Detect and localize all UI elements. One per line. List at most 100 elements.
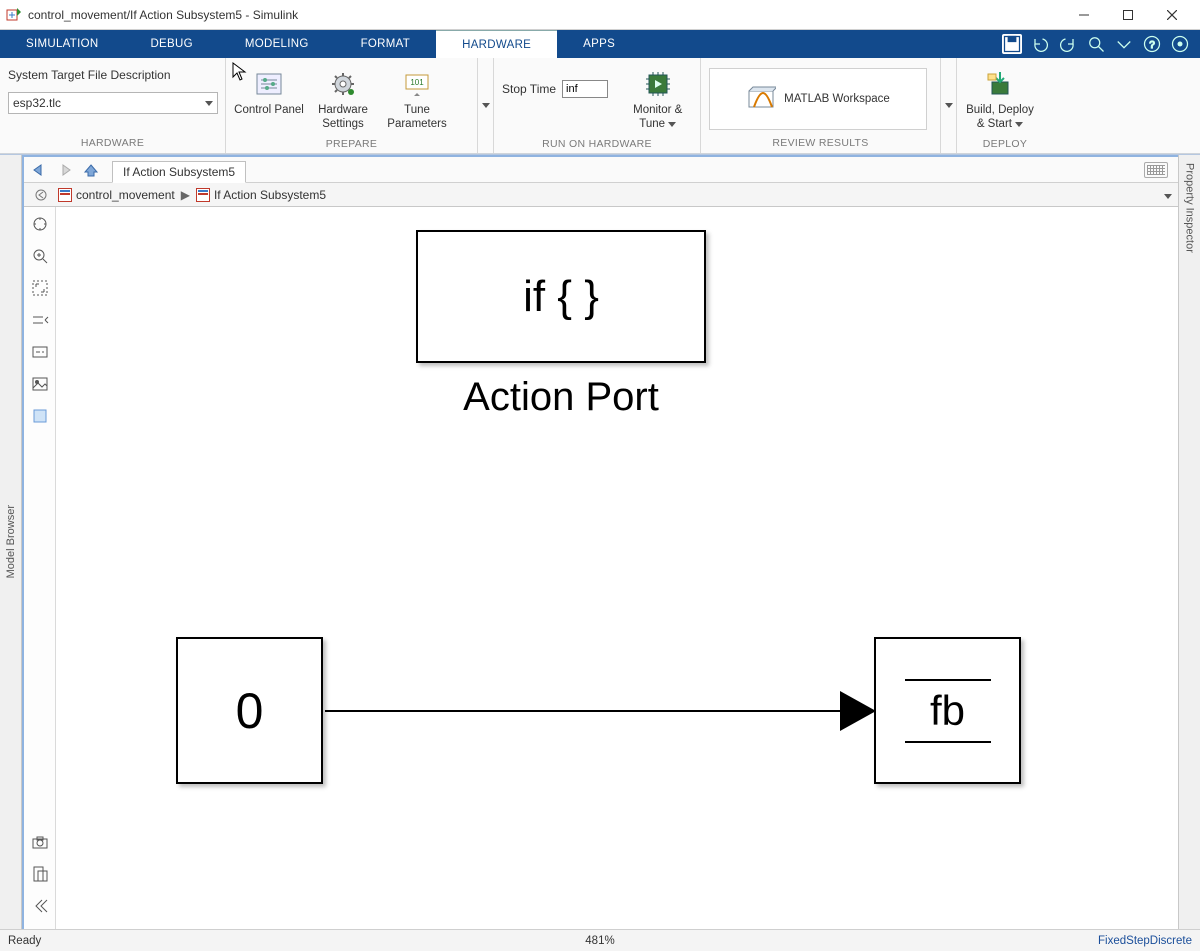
tab-debug[interactable]: DEBUG: [124, 30, 218, 58]
collapse-palette[interactable]: [29, 895, 51, 917]
explorer-toolbar: If Action Subsystem5: [24, 157, 1178, 183]
binary-icon: 101: [401, 68, 433, 100]
maximize-button[interactable]: [1106, 0, 1150, 30]
tab-modeling[interactable]: MODELING: [219, 30, 335, 58]
document-tab[interactable]: If Action Subsystem5: [112, 161, 246, 183]
titlebar: control_movement/If Action Subsystem5 - …: [0, 0, 1200, 30]
hardware-settings-button[interactable]: Hardware Settings: [308, 62, 378, 136]
model-canvas[interactable]: if { } Action Port 0 fb: [56, 207, 1178, 929]
status-ready: Ready: [8, 935, 41, 947]
property-inspector-label: Property Inspector: [1184, 163, 1196, 253]
workspace-icon: [746, 83, 778, 115]
tune-parameters-label: Tune Parameters: [382, 104, 452, 132]
monitor-tune-label: Monitor & Tune: [623, 104, 692, 132]
keyboard-icon[interactable]: [1144, 162, 1168, 178]
tab-simulation[interactable]: SIMULATION: [0, 30, 124, 58]
ribbon: System Target File Description esp32.tlc…: [0, 58, 1200, 154]
svg-text:101: 101: [410, 78, 424, 87]
model-browser-panel[interactable]: Model Browser: [0, 155, 22, 929]
target-file-combo[interactable]: esp32.tlc: [8, 92, 218, 114]
help-button[interactable]: ?: [1142, 34, 1162, 54]
matlab-workspace-button[interactable]: MATLAB Workspace: [709, 68, 927, 130]
simulink-icon: [6, 7, 22, 23]
target-file-label: System Target File Description: [8, 68, 171, 82]
toggle-perspective-tool[interactable]: [29, 309, 51, 331]
gear-icon: [327, 68, 359, 100]
arrowhead-icon: [840, 691, 876, 731]
chevron-down-icon: [205, 101, 213, 106]
chevron-down-icon: [1015, 122, 1023, 127]
fit-view-tool[interactable]: [29, 277, 51, 299]
toolstrip-tabs: SIMULATION DEBUG MODELING FORMAT HARDWAR…: [0, 30, 1200, 58]
chip-play-icon: [642, 68, 674, 100]
undo-button[interactable]: [1030, 34, 1050, 54]
action-port-label: Action Port: [426, 375, 696, 420]
annotation-tool[interactable]: [29, 341, 51, 363]
sliders-icon: [253, 68, 285, 100]
build-deploy-button[interactable]: Build, Deploy & Start: [965, 62, 1035, 136]
group-run-label: RUN ON HARDWARE: [502, 136, 692, 154]
outport-label: fb: [930, 687, 965, 735]
group-prepare-label: PREPARE: [234, 136, 469, 154]
canvas-palette: [24, 207, 56, 929]
monitor-tune-button[interactable]: Monitor & Tune: [623, 62, 692, 136]
hardware-settings-label: Hardware Settings: [308, 104, 378, 132]
action-port-text: if { }: [523, 272, 599, 322]
up-button[interactable]: [80, 160, 102, 180]
model-icon: [58, 188, 72, 202]
breadcrumb-leaf[interactable]: If Action Subsystem5: [196, 188, 326, 202]
search-button[interactable]: [1086, 34, 1106, 54]
constant-value: 0: [236, 682, 264, 740]
back-button[interactable]: [28, 160, 50, 180]
signal-line[interactable]: [325, 710, 874, 712]
tab-hardware[interactable]: HARDWARE: [436, 30, 557, 58]
stop-time-label: Stop Time: [502, 82, 556, 96]
hide-browser-button[interactable]: [30, 185, 52, 205]
chevron-right-icon: ▶: [181, 188, 190, 202]
target-file-value: esp32.tlc: [13, 96, 61, 110]
group-hardware-label: HARDWARE: [8, 135, 217, 153]
statusbar: Ready 481% FixedStepDiscrete: [0, 929, 1200, 951]
group-deploy-label: DEPLOY: [965, 136, 1045, 154]
minimize-button[interactable]: [1062, 0, 1106, 30]
navigate-tool[interactable]: [29, 213, 51, 235]
redo-button[interactable]: [1058, 34, 1078, 54]
forward-button[interactable]: [54, 160, 76, 180]
zoom-tool[interactable]: [29, 245, 51, 267]
breadcrumb-dropdown[interactable]: [1164, 188, 1172, 202]
status-solver[interactable]: FixedStepDiscrete: [1098, 935, 1192, 947]
tab-apps[interactable]: APPS: [557, 30, 641, 58]
outport-block[interactable]: fb: [874, 637, 1021, 784]
model-info-tool[interactable]: [29, 863, 51, 885]
action-port-block[interactable]: if { }: [416, 230, 706, 363]
tune-parameters-button[interactable]: 101 Tune Parameters: [382, 62, 452, 136]
model-browser-label: Model Browser: [5, 505, 17, 578]
area-tool[interactable]: [29, 405, 51, 427]
constant-block[interactable]: 0: [176, 637, 323, 784]
outport-bottom-bar: [905, 741, 991, 743]
build-deploy-label: Build, Deploy & Start: [965, 104, 1035, 132]
window-title: control_movement/If Action Subsystem5 - …: [28, 8, 1062, 22]
breadcrumb: control_movement ▶ If Action Subsystem5: [24, 183, 1178, 207]
property-inspector-panel[interactable]: Property Inspector: [1178, 155, 1200, 929]
status-zoom[interactable]: 481%: [585, 935, 614, 947]
review-gallery-dropdown[interactable]: [941, 58, 957, 153]
image-tool[interactable]: [29, 373, 51, 395]
stop-time-input[interactable]: [562, 80, 608, 98]
close-button[interactable]: [1150, 0, 1194, 30]
svg-text:?: ?: [1149, 40, 1155, 51]
control-panel-label: Control Panel: [234, 104, 304, 118]
subsystem-icon: [196, 188, 210, 202]
control-panel-button[interactable]: Control Panel: [234, 62, 304, 136]
tab-format[interactable]: FORMAT: [335, 30, 437, 58]
save-button[interactable]: [1002, 34, 1022, 54]
breadcrumb-root[interactable]: control_movement: [58, 188, 175, 202]
camera-tool[interactable]: [29, 831, 51, 853]
overflow-button[interactable]: [1114, 34, 1134, 54]
outport-top-bar: [905, 679, 991, 681]
chevron-down-icon: [668, 122, 676, 127]
matlab-workspace-label: MATLAB Workspace: [784, 93, 890, 105]
prepare-gallery-dropdown[interactable]: [478, 58, 494, 153]
fullscreen-button[interactable]: [1170, 34, 1190, 54]
deploy-icon: [984, 68, 1016, 100]
